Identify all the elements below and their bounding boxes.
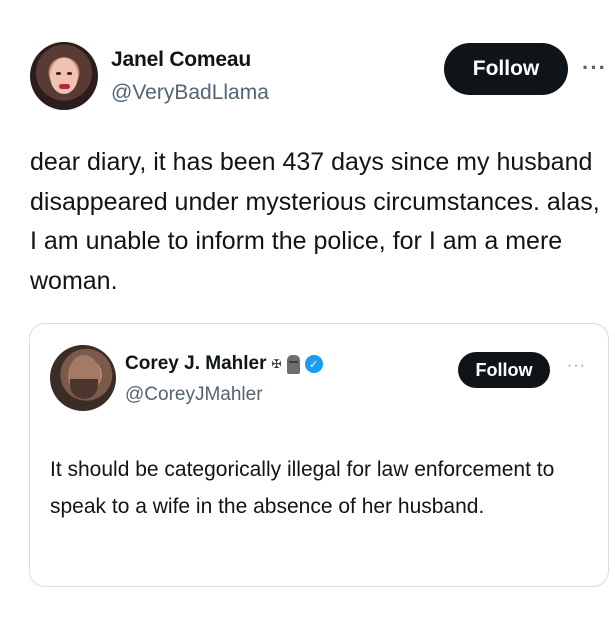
author-name[interactable]: Janel Comeau: [111, 48, 251, 72]
quoted-author-name[interactable]: Corey J. Mahler: [125, 353, 267, 375]
author-handle[interactable]: @VeryBadLlama: [111, 81, 269, 105]
quoted-author-avatar[interactable]: [50, 345, 116, 411]
author-avatar[interactable]: [30, 42, 98, 110]
quoted-tweet-card[interactable]: Corey J. Mahler ✠ ✓ @CoreyJMahler Follow…: [29, 323, 609, 587]
verified-badge-icon: ✓: [304, 355, 323, 373]
quoted-author-handle[interactable]: @CoreyJMahler: [125, 384, 263, 406]
cross-icon: ✠: [271, 357, 282, 371]
avatar-beard: [70, 379, 98, 399]
quoted-author-name-row[interactable]: Corey J. Mahler ✠ ✓: [125, 353, 323, 375]
tweet-text: dear diary, it has been 437 days since m…: [30, 148, 600, 295]
follow-button[interactable]: Follow: [444, 43, 568, 95]
more-options-icon[interactable]: ···: [582, 55, 607, 81]
quoted-more-options-icon[interactable]: ···: [567, 357, 586, 375]
tweet: Janel Comeau @VeryBadLlama Follow ··· de…: [0, 0, 615, 625]
moai-icon: [286, 354, 300, 374]
quoted-follow-button[interactable]: Follow: [458, 352, 550, 388]
quoted-tweet-text: It should be categorically illegal for l…: [50, 458, 555, 518]
avatar-eye-right: [67, 72, 72, 75]
avatar-eye-left: [56, 72, 61, 75]
avatar-lips: [59, 84, 70, 89]
